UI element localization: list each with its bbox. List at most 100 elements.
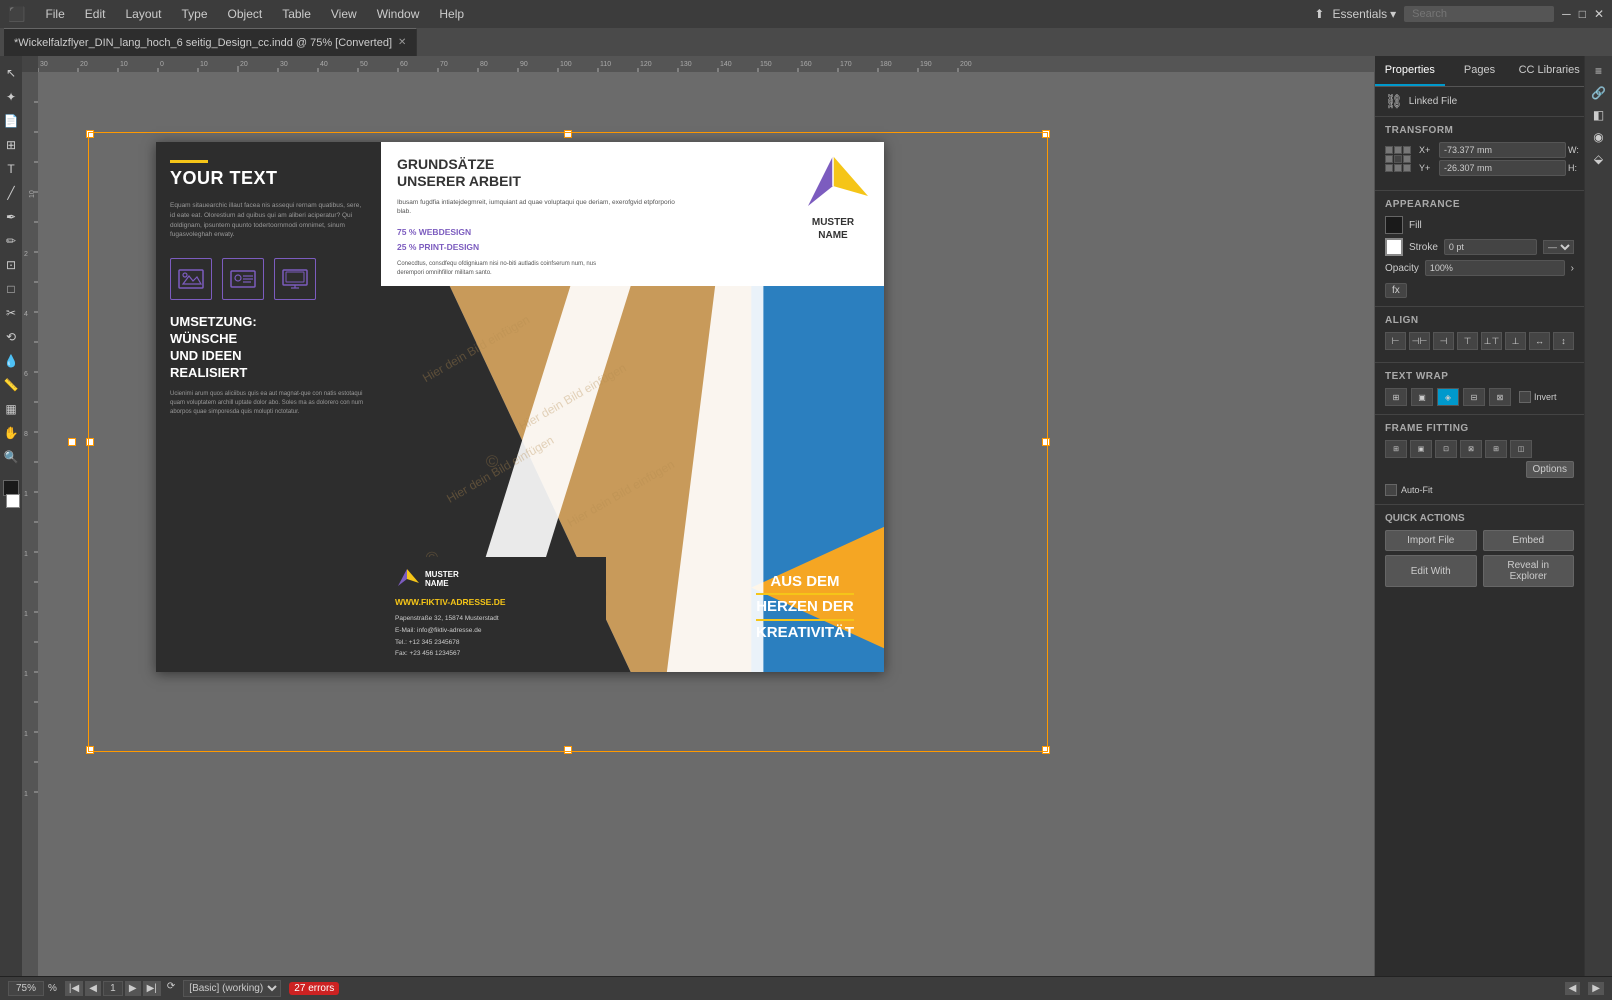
minimize-button[interactable]: ─ — [1562, 7, 1571, 21]
ref-point-grid[interactable] — [1385, 146, 1411, 172]
handle-tl[interactable] — [86, 130, 94, 138]
next-page-button[interactable]: ▶ — [125, 981, 141, 996]
free-transform-tool[interactable]: ⟲ — [4, 328, 18, 346]
error-badge[interactable]: 27 errors — [289, 982, 339, 995]
stroke-swatch[interactable] — [1385, 238, 1403, 256]
pen-tool[interactable]: ✒ — [4, 208, 18, 226]
first-page-button[interactable]: |◀ — [65, 981, 83, 996]
zoom-tool[interactable]: 🔍 — [2, 448, 21, 466]
embed-button[interactable]: Embed — [1483, 530, 1575, 551]
frame-fitting-options-button[interactable]: Options — [1526, 461, 1574, 478]
close-button[interactable]: ✕ — [1594, 7, 1604, 21]
tw-bounding-button[interactable]: ▣ — [1411, 388, 1433, 406]
color-icon[interactable]: ◉ — [1593, 130, 1603, 144]
x-input[interactable] — [1439, 142, 1566, 158]
distribute-v-button[interactable]: ↕ — [1553, 332, 1574, 350]
ff-proportional-button[interactable]: ⊞ — [1385, 440, 1407, 458]
fill-swatch[interactable] — [1385, 216, 1403, 234]
stroke-color-indicator[interactable] — [6, 494, 20, 508]
y-input[interactable] — [1439, 160, 1566, 176]
handle-ml[interactable] — [86, 438, 94, 446]
handle-extra[interactable] — [68, 438, 76, 446]
gradient-tool[interactable]: ▦ — [3, 400, 18, 418]
eyedropper-tool[interactable]: 💧 — [2, 352, 21, 370]
align-center-h-button[interactable]: ⊣⊢ — [1409, 332, 1430, 350]
direct-select-tool[interactable]: ✦ — [4, 88, 18, 106]
frame-fitting-title: Frame Fitting — [1385, 423, 1574, 434]
menu-table[interactable]: Table — [274, 5, 319, 23]
essentials-button[interactable]: Essentials ▾ — [1332, 7, 1396, 21]
tab-properties[interactable]: Properties — [1375, 56, 1445, 86]
autofit-checkbox[interactable] — [1385, 484, 1397, 496]
reveal-in-explorer-button[interactable]: Reveal in Explorer — [1483, 555, 1575, 587]
tw-object-button[interactable]: ◈ — [1437, 388, 1459, 406]
type-tool[interactable]: T — [5, 160, 16, 178]
handle-bm[interactable] — [564, 746, 572, 754]
menu-layout[interactable]: Layout — [117, 5, 169, 23]
document: YOUR TEXT Equam sitauearchic illaut face… — [156, 142, 884, 672]
menu-help[interactable]: Help — [431, 5, 472, 23]
prev-page-button[interactable]: ◀ — [85, 981, 101, 996]
align-top-button[interactable]: ⊤ — [1457, 332, 1478, 350]
fx-button[interactable]: fx — [1385, 283, 1407, 298]
search-input[interactable] — [1404, 6, 1554, 22]
tab-cc-libraries[interactable]: CC Libraries — [1514, 56, 1584, 86]
canvas-content[interactable]: YOUR TEXT Equam sitauearchic illaut face… — [38, 72, 1374, 976]
menu-edit[interactable]: Edit — [77, 5, 114, 23]
invert-checkbox[interactable] — [1519, 391, 1531, 403]
link-icon[interactable]: 🔗 — [1591, 86, 1606, 100]
scissors-tool[interactable]: ✂ — [4, 304, 18, 322]
menu-window[interactable]: Window — [369, 5, 428, 23]
style-select[interactable]: [Basic] (working) — [183, 980, 281, 997]
ff-fit-content-button[interactable]: ⊡ — [1435, 440, 1457, 458]
tw-jump-button[interactable]: ⊟ — [1463, 388, 1485, 406]
edit-with-button[interactable]: Edit With — [1385, 555, 1477, 587]
tw-none-button[interactable]: ⊞ — [1385, 388, 1407, 406]
layers-icon[interactable]: ◧ — [1593, 108, 1604, 122]
status-left-arrow[interactable]: ◀ — [1565, 982, 1581, 995]
distribute-h-button[interactable]: ↔ — [1529, 332, 1550, 350]
tab-pages[interactable]: Pages — [1445, 56, 1515, 86]
handle-br[interactable] — [1042, 746, 1050, 754]
align-right-button[interactable]: ⊣ — [1433, 332, 1454, 350]
document-tab[interactable]: *Wickelfalzflyer_DIN_lang_hoch_6 seitig_… — [4, 28, 417, 56]
page-input[interactable] — [103, 981, 123, 996]
menu-file[interactable]: File — [37, 5, 72, 23]
stroke-value-input[interactable] — [1444, 239, 1537, 255]
hand-tool[interactable]: ✋ — [2, 424, 21, 442]
swatches-icon[interactable]: ⬙ — [1594, 152, 1603, 166]
zoom-input[interactable] — [8, 981, 44, 996]
handle-mr[interactable] — [1042, 438, 1050, 446]
menu-view[interactable]: View — [323, 5, 365, 23]
import-file-button[interactable]: Import File — [1385, 530, 1477, 551]
align-left-button[interactable]: ⊢ — [1385, 332, 1406, 350]
ff-fill-button[interactable]: ▣ — [1410, 440, 1432, 458]
ff-center-button[interactable]: ⊞ — [1485, 440, 1507, 458]
handle-tr[interactable] — [1042, 130, 1050, 138]
maximize-button[interactable]: □ — [1579, 7, 1586, 21]
page-tool[interactable]: 📄 — [2, 112, 21, 130]
stroke-type-select[interactable]: — — [1543, 240, 1574, 254]
gap-tool[interactable]: ⊞ — [4, 136, 18, 154]
ff-fit-frame-button[interactable]: ⊠ — [1460, 440, 1482, 458]
ff-fit-content-prop-button[interactable]: ◫ — [1510, 440, 1532, 458]
rect-tool[interactable]: □ — [5, 280, 16, 298]
align-bottom-button[interactable]: ⊥ — [1505, 332, 1526, 350]
menu-type[interactable]: Type — [174, 5, 216, 23]
rect-frame-tool[interactable]: ⊡ — [4, 256, 18, 274]
menu-object[interactable]: Object — [220, 5, 271, 23]
properties-icon[interactable]: ≡ — [1595, 64, 1602, 78]
tab-close-button[interactable]: ✕ — [398, 37, 406, 48]
select-tool[interactable]: ↖ — [4, 64, 18, 82]
last-page-button[interactable]: ▶| — [143, 981, 161, 996]
line-tool[interactable]: ╱ — [5, 184, 16, 202]
handle-bl[interactable] — [86, 746, 94, 754]
share-button[interactable]: ⬆ — [1314, 7, 1324, 21]
measure-tool[interactable]: 📏 — [2, 376, 21, 394]
tw-next-button[interactable]: ⊠ — [1489, 388, 1511, 406]
opacity-input[interactable] — [1425, 260, 1565, 276]
handle-tm[interactable] — [564, 130, 572, 138]
align-center-v-button[interactable]: ⊥⊤ — [1481, 332, 1502, 350]
status-right-arrow[interactable]: ▶ — [1588, 982, 1604, 995]
pencil-tool[interactable]: ✏ — [4, 232, 18, 250]
